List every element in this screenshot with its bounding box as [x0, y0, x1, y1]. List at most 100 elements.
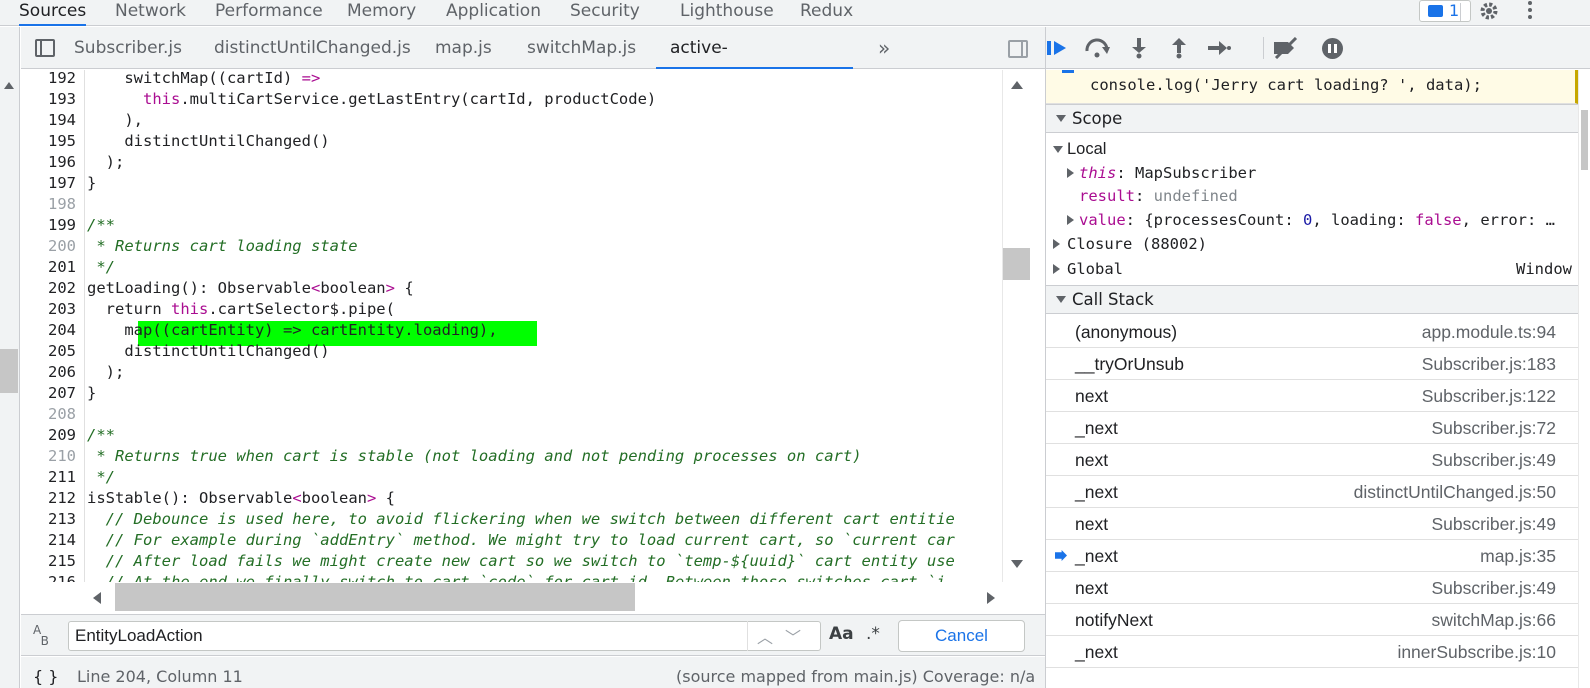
line-number[interactable]: 213: [21, 509, 76, 530]
code-line[interactable]: // At the end we finally switch to cart …: [87, 572, 1022, 582]
code-line[interactable]: this.multiCartService.getLastEntry(cartI…: [87, 89, 1022, 110]
code-line[interactable]: distinctUntilChanged(): [87, 341, 1022, 362]
tab-sources[interactable]: Sources: [19, 0, 87, 26]
file-tab-subscriber[interactable]: Subscriber.js: [74, 27, 182, 69]
tab-memory[interactable]: Memory: [347, 0, 416, 26]
call-frame-current[interactable]: _next map.js:35: [1046, 540, 1578, 572]
resume-icon[interactable]: [1046, 37, 1072, 59]
code-line[interactable]: // For example during `addEntry` method.…: [87, 530, 1022, 551]
scrollbar-thumb[interactable]: [1003, 248, 1030, 280]
line-number[interactable]: 211: [21, 467, 76, 488]
scroll-up-icon[interactable]: [1011, 81, 1023, 89]
scope-var-value[interactable]: value: {processesCount: 0, loading: fals…: [1046, 208, 1578, 232]
line-number[interactable]: 200: [21, 236, 76, 257]
scroll-left-icon[interactable]: [93, 592, 101, 604]
call-frame[interactable]: next Subscriber.js:49: [1046, 572, 1578, 604]
code-line[interactable]: ),: [87, 110, 1022, 131]
scope-closure[interactable]: Closure (88002): [1046, 232, 1578, 256]
call-frame[interactable]: next Subscriber.js:49: [1046, 508, 1578, 540]
line-number[interactable]: 207: [21, 383, 76, 404]
call-frame[interactable]: _next innerSubscribe.js:10: [1046, 636, 1578, 668]
call-frame[interactable]: __tryOrUnsub Subscriber.js:183: [1046, 348, 1578, 380]
search-next-icon[interactable]: ﹀: [785, 624, 801, 648]
line-number[interactable]: 202: [21, 278, 76, 299]
watch-expression[interactable]: console.log('Jerry cart loading? ', data…: [1046, 70, 1578, 104]
code-line[interactable]: // Debounce is used here, to avoid flick…: [87, 509, 1022, 530]
line-number[interactable]: 194: [21, 110, 76, 131]
scroll-up-icon[interactable]: [4, 82, 14, 89]
line-number[interactable]: 209: [21, 425, 76, 446]
line-number[interactable]: 205: [21, 341, 76, 362]
line-number[interactable]: 206: [21, 362, 76, 383]
scroll-down-icon[interactable]: [1011, 560, 1023, 568]
code-line[interactable]: }: [87, 173, 1022, 194]
line-number[interactable]: 214: [21, 530, 76, 551]
regex-button[interactable]: .*: [866, 624, 880, 644]
code-editor[interactable]: 192 193 194 195 196 197 198 199 200 201 …: [21, 70, 1045, 582]
line-number[interactable]: 216: [21, 572, 76, 582]
file-tab-distinct-until-changed[interactable]: distinctUntilChanged.js: [214, 27, 411, 69]
cancel-button[interactable]: Cancel: [898, 620, 1025, 652]
code-line[interactable]: }: [87, 383, 1022, 404]
toggle-debugger-icon[interactable]: [1008, 40, 1028, 58]
line-number[interactable]: 192: [21, 70, 76, 89]
call-frame[interactable]: _next Subscriber.js:72: [1046, 412, 1578, 444]
pretty-print-button[interactable]: { }: [33, 657, 58, 688]
line-number[interactable]: 203: [21, 299, 76, 320]
code-line[interactable]: * Returns true when cart is stable (not …: [87, 446, 1022, 467]
code-line[interactable]: isStable(): Observable<boolean> {: [87, 488, 1022, 509]
tab-network[interactable]: Network: [115, 0, 186, 26]
toggle-navigator-icon[interactable]: [35, 39, 55, 57]
code-line[interactable]: distinctUntilChanged(): [87, 131, 1022, 152]
code-line[interactable]: /**: [87, 215, 1022, 236]
file-tab-active-cart-service[interactable]: active-cart.service.ts✕: [656, 27, 853, 100]
line-number[interactable]: 197: [21, 173, 76, 194]
line-number[interactable]: 212: [21, 488, 76, 509]
step-out-icon[interactable]: [1170, 37, 1188, 59]
file-tab-map[interactable]: map.js: [435, 27, 492, 69]
call-frame[interactable]: notifyNext switchMap.js:66: [1046, 604, 1578, 636]
deactivate-breakpoints-icon[interactable]: [1272, 37, 1300, 59]
issues-button[interactable]: 1: [1419, 0, 1471, 22]
tab-redux[interactable]: Redux: [800, 0, 853, 26]
code-line[interactable]: */: [87, 467, 1022, 488]
line-number[interactable]: 195: [21, 131, 76, 152]
code-line[interactable]: * Returns cart loading state: [87, 236, 1022, 257]
code-line[interactable]: // After load fails we might create new …: [87, 551, 1022, 572]
file-tab-switchmap[interactable]: switchMap.js: [527, 27, 636, 69]
more-tabs-chevron-icon[interactable]: »: [878, 27, 890, 69]
tab-performance[interactable]: Performance: [215, 0, 323, 26]
editor-vertical-scrollbar[interactable]: [1002, 70, 1030, 582]
line-number[interactable]: 198: [21, 194, 76, 215]
line-number[interactable]: 215: [21, 551, 76, 572]
pause-on-exceptions-icon[interactable]: [1322, 38, 1343, 59]
code-line[interactable]: return this.cartSelector$.pipe(: [87, 299, 1022, 320]
call-frame[interactable]: (anonymous) app.module.ts:94: [1046, 316, 1578, 348]
editor-horizontal-scrollbar[interactable]: [87, 583, 1002, 613]
scope-var-result[interactable]: result: undefined: [1046, 184, 1578, 208]
source-map-info[interactable]: (source mapped from main.js) Coverage: n…: [676, 657, 1035, 688]
line-number[interactable]: 201: [21, 257, 76, 278]
code-line[interactable]: */: [87, 257, 1022, 278]
scope-global[interactable]: Global Window: [1046, 257, 1578, 281]
line-number-gutter[interactable]: 192 193 194 195 196 197 198 199 200 201 …: [21, 70, 85, 582]
settings-button[interactable]: [1477, 0, 1501, 26]
search-input[interactable]: [68, 621, 821, 651]
call-frame[interactable]: _next distinctUntilChanged.js:50: [1046, 476, 1578, 508]
scope-local[interactable]: Local: [1046, 137, 1578, 161]
step-over-icon[interactable]: [1084, 37, 1112, 59]
replace-toggle-icon[interactable]: A B: [33, 624, 49, 647]
scrollbar-thumb[interactable]: [1581, 110, 1588, 170]
line-number[interactable]: 208: [21, 404, 76, 425]
scroll-right-icon[interactable]: [987, 592, 995, 604]
code-line[interactable]: );: [87, 362, 1022, 383]
search-prev-icon[interactable]: ︿: [757, 624, 773, 648]
scrollbar-thumb[interactable]: [115, 583, 635, 611]
call-stack-section-header[interactable]: Call Stack: [1046, 285, 1578, 314]
line-number[interactable]: 196: [21, 152, 76, 173]
match-case-button[interactable]: Aa: [829, 624, 854, 644]
line-number[interactable]: 210: [21, 446, 76, 467]
code-line[interactable]: /**: [87, 425, 1022, 446]
scope-section-header[interactable]: Scope: [1046, 104, 1578, 133]
navigator-scrollbar-thumb[interactable]: [0, 349, 18, 393]
